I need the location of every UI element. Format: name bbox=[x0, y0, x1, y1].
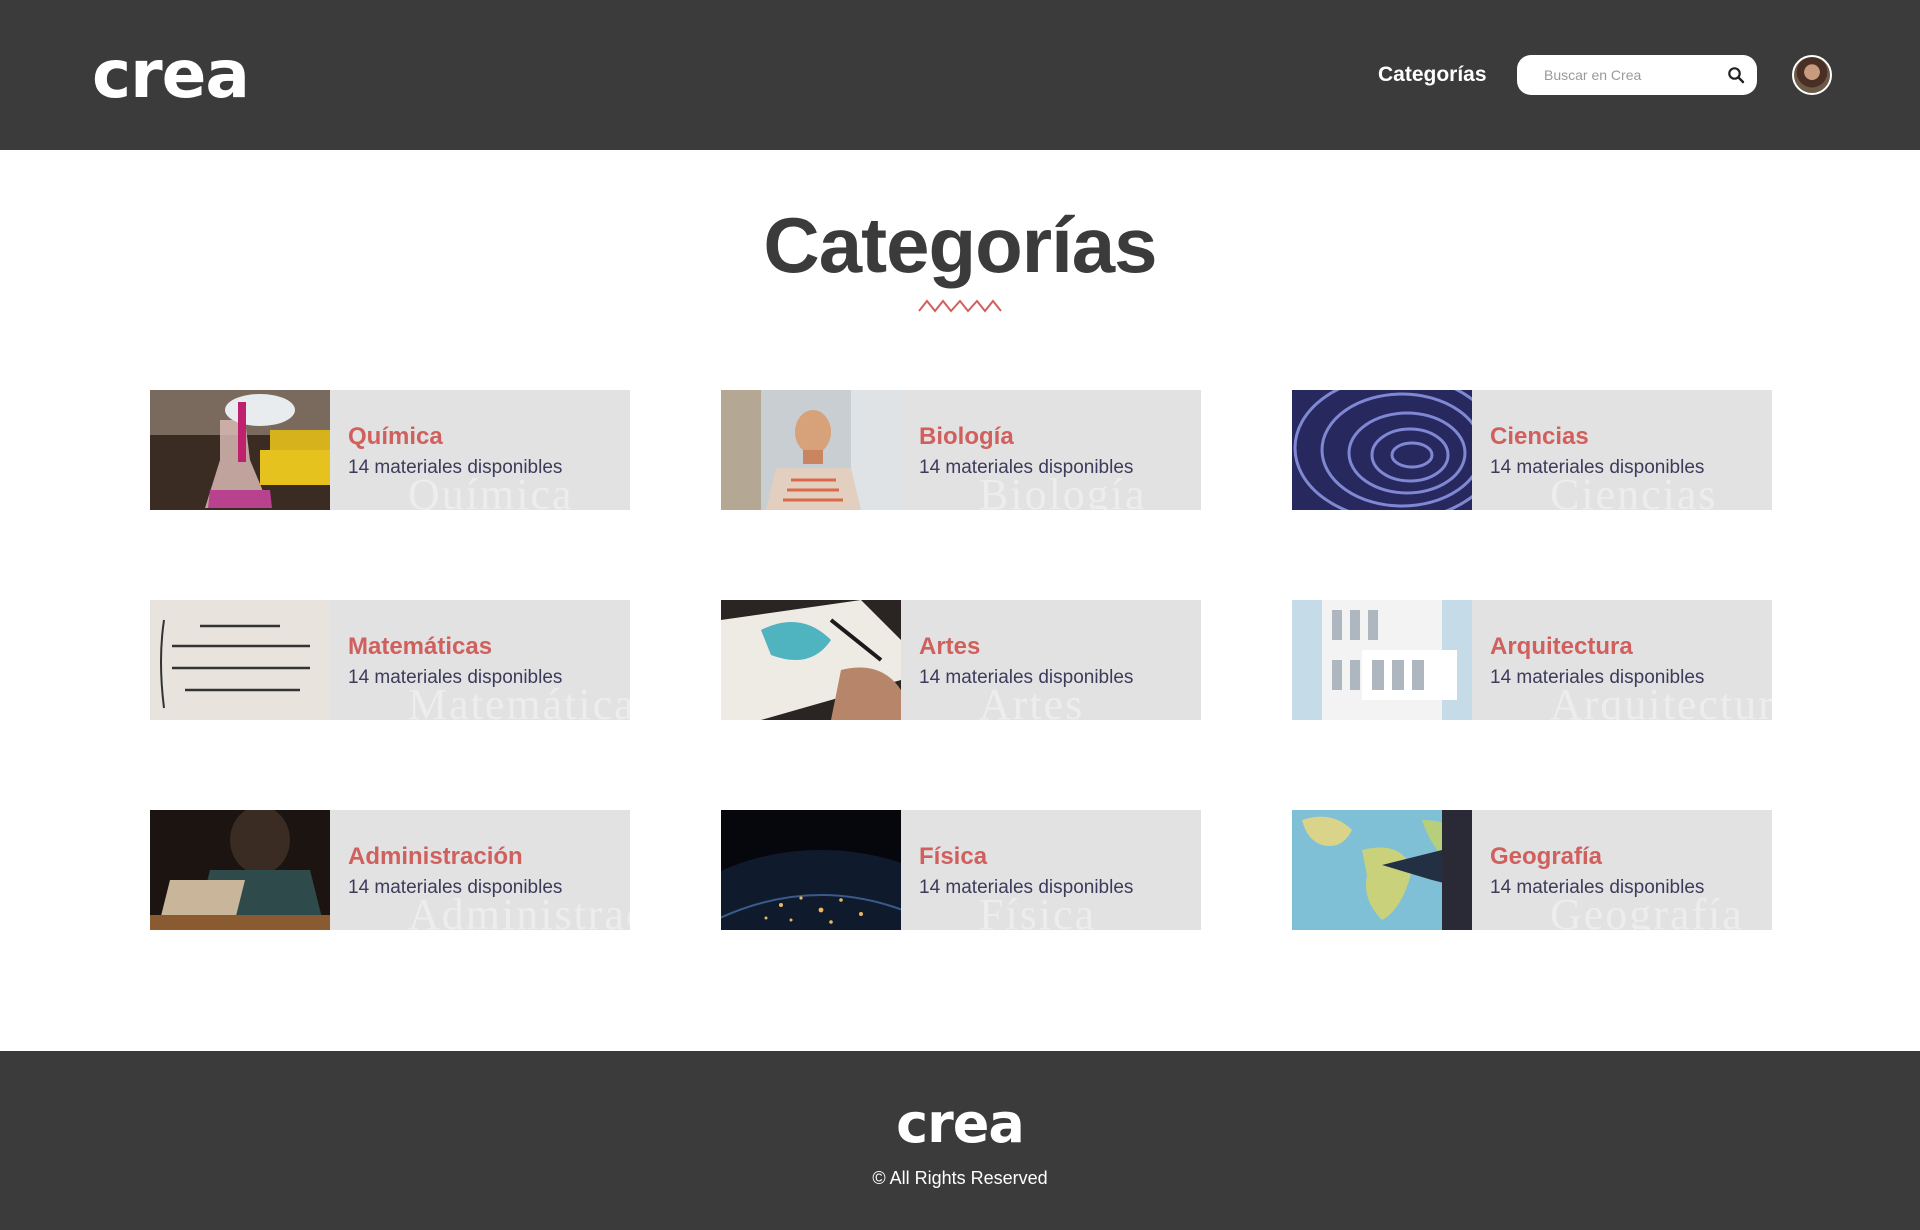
footer: crea © All Rights Reserved bbox=[0, 1051, 1920, 1230]
category-image bbox=[150, 810, 330, 930]
category-title: Administración bbox=[348, 843, 523, 870]
top-navbar: crea Categorías bbox=[0, 0, 1920, 150]
category-watermark: Artes bbox=[979, 680, 1085, 720]
nav-categories-link[interactable]: Categorías bbox=[1378, 62, 1487, 88]
category-title: Física bbox=[919, 843, 988, 870]
category-card-biologia[interactable]: Biología 14 materiales disponibles Biolo… bbox=[721, 390, 1201, 510]
category-image bbox=[1292, 600, 1472, 720]
zigzag-divider bbox=[918, 299, 1002, 313]
category-title: Biología bbox=[919, 423, 1014, 450]
footer-crea-logo: crea bbox=[896, 1092, 1025, 1155]
category-watermark: Geografía bbox=[1550, 890, 1744, 930]
copyright-text: © All Rights Reserved bbox=[872, 1168, 1048, 1188]
category-image bbox=[1292, 390, 1472, 510]
category-watermark: Biología bbox=[979, 470, 1147, 510]
category-watermark: Química bbox=[408, 470, 574, 510]
category-title: Geografía bbox=[1490, 843, 1603, 870]
category-title: Artes bbox=[919, 633, 981, 660]
category-watermark: Administración bbox=[408, 890, 630, 930]
category-image bbox=[721, 390, 901, 510]
category-watermark: Física bbox=[979, 890, 1097, 930]
category-image bbox=[721, 810, 901, 930]
category-card-quimica[interactable]: Química 14 materiales disponibles Químic… bbox=[150, 390, 630, 510]
user-avatar[interactable] bbox=[1792, 55, 1832, 95]
category-watermark: Matemáticas bbox=[408, 680, 630, 720]
category-title: Ciencias bbox=[1490, 423, 1589, 450]
category-card-geografia[interactable]: Geografía 14 materiales disponibles Geog… bbox=[1292, 810, 1772, 930]
search-box bbox=[1517, 55, 1757, 95]
category-card-arquitectura[interactable]: Arquitectura 14 materiales disponibles A… bbox=[1292, 600, 1772, 720]
category-card-administracion[interactable]: Administración 14 materiales disponibles… bbox=[150, 810, 630, 930]
category-title: Química bbox=[348, 423, 443, 450]
category-image bbox=[150, 600, 330, 720]
category-watermark: Ciencias bbox=[1550, 470, 1718, 510]
page-title: Categorías bbox=[763, 201, 1157, 289]
search-icon[interactable] bbox=[1727, 66, 1745, 84]
category-title: Matemáticas bbox=[348, 633, 493, 660]
category-watermark: Arquitectura bbox=[1550, 680, 1772, 720]
category-card-artes[interactable]: Artes 14 materiales disponibles Artes bbox=[721, 600, 1201, 720]
crea-logo[interactable]: crea bbox=[92, 42, 250, 108]
category-card-matematicas[interactable]: Matemáticas 14 materiales disponibles Ma… bbox=[150, 600, 630, 720]
category-image bbox=[150, 390, 330, 510]
search-input[interactable] bbox=[1517, 55, 1717, 95]
category-image bbox=[1292, 810, 1472, 930]
category-title: Arquitectura bbox=[1490, 633, 1633, 660]
category-image bbox=[721, 600, 901, 720]
category-card-ciencias[interactable]: Ciencias 14 materiales disponibles Cienc… bbox=[1292, 390, 1772, 510]
category-card-fisica[interactable]: Física 14 materiales disponibles Física bbox=[721, 810, 1201, 930]
